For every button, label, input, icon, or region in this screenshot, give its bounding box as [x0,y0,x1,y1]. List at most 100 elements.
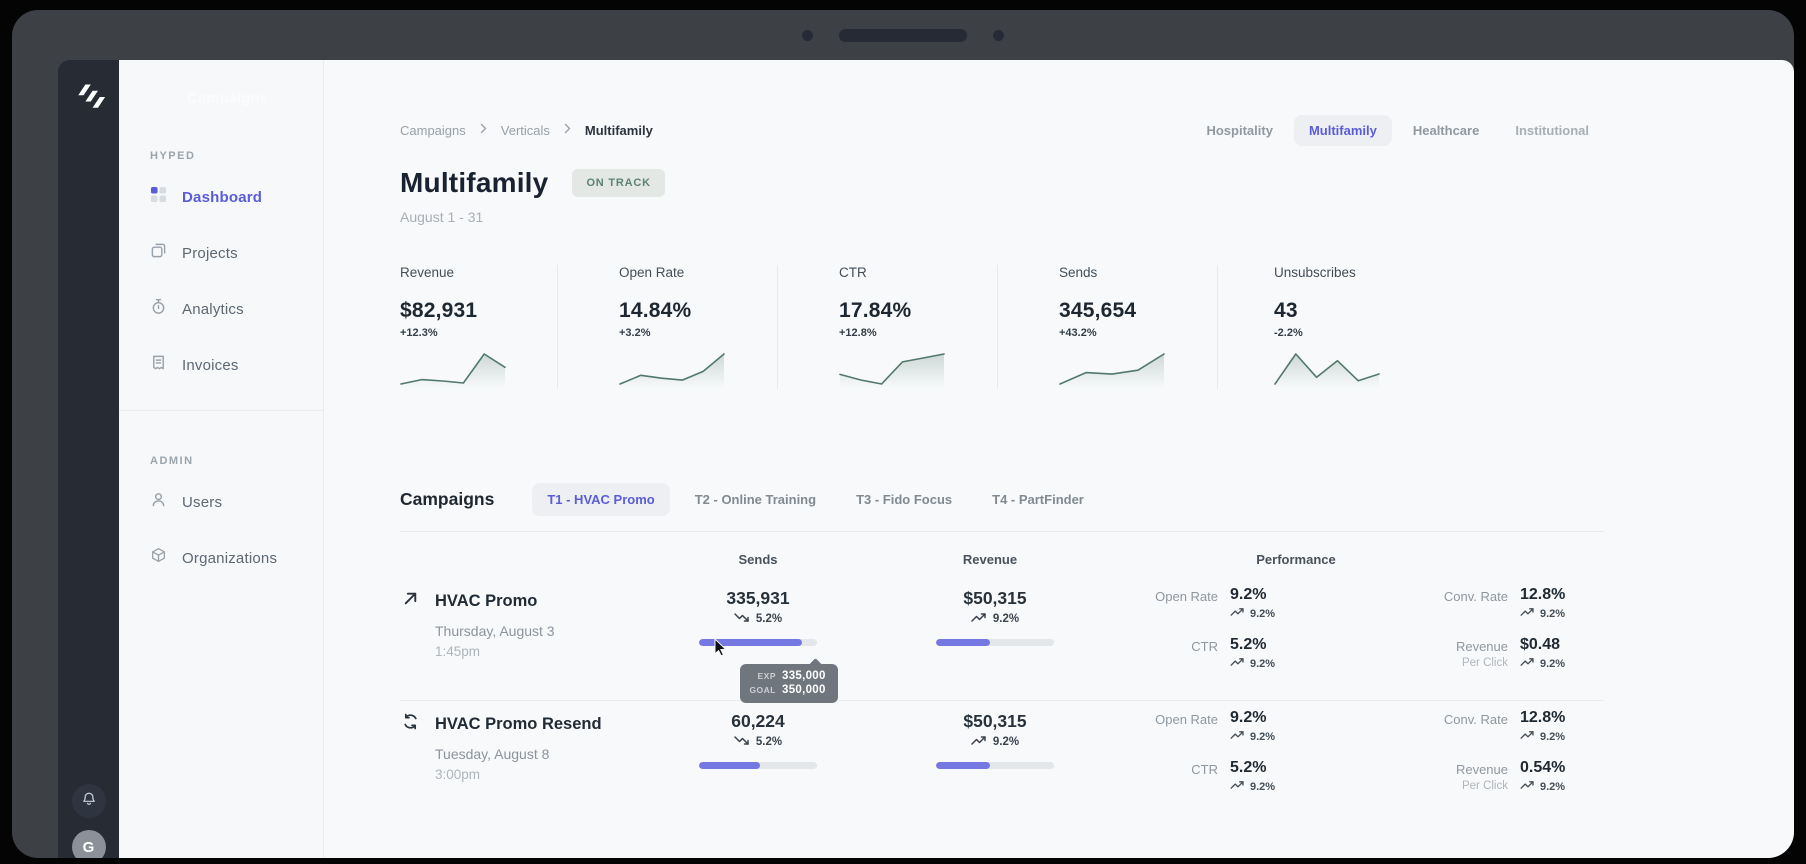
performance-grid: Open Rate 9.2% 9.2% Conv. Rate 12.8% 9.2… [1100,586,1604,671]
tab-t1-hvac-promo[interactable]: T1 - HVAC Promo [532,483,669,516]
arrow-up-right-icon [402,590,419,612]
sidebar-divider [119,410,323,411]
revenue-progress-bar [936,762,1054,769]
chrome-dot-right [993,30,1004,41]
kpi-unsubscribes: Unsubscribes 43 -2.2% [1218,265,1604,389]
user-avatar[interactable]: G [72,830,106,858]
column-header-performance: Performance [1256,552,1335,567]
sidebar-item-label: Organizations [182,550,277,567]
kpi-label: Unsubscribes [1274,265,1604,280]
resend-icon [402,713,419,735]
bell-icon [81,791,97,812]
perf-label: Open Rate [1100,586,1218,620]
campaign-row-hvac-promo-resend[interactable]: HVAC Promo Resend Tuesday, August 8 3:00… [400,700,1604,832]
perf-delta: 9.2% [1250,731,1275,743]
kpi-sparkline [619,345,777,389]
kpi-sparkline [1059,345,1217,389]
sidebar-item-label: Projects [182,245,238,262]
perf-value: 12.8% [1520,586,1640,604]
dashboard-icon [150,186,167,208]
breadcrumb-multifamily: Multifamily [585,123,653,138]
sends-delta: 5.2% [756,613,782,625]
tab-healthcare[interactable]: Healthcare [1398,115,1494,146]
perf-value: 5.2% [1230,636,1330,654]
trend-up-icon [971,735,987,749]
kpi-value: 345,654 [1059,299,1217,323]
sidebar-section-label: ADMIN [150,455,323,467]
perf-value: 9.2% [1230,586,1330,604]
kpi-strip: Revenue $82,931 +12.3% Open Rate 14.84% … [400,265,1604,389]
breadcrumb-campaigns[interactable]: Campaigns [400,123,466,138]
perf-label: CTR [1100,636,1218,671]
status-badge: ON TRACK [572,169,664,197]
trend-up-icon [971,612,987,626]
goal-tooltip: EXP 335,000 GOAL 350,000 [740,664,838,703]
campaign-name: HVAC Promo [435,592,537,611]
perf-label: RevenuePer Click [1342,636,1508,671]
kpi-value: $82,931 [400,299,557,323]
column-header-revenue: Revenue [963,552,1017,567]
sidebar-item-label: Dashboard [182,189,262,206]
app-surface: G Campaigns HYPED D [58,60,1794,858]
sends-metric: 60,224 5.2% [699,711,817,769]
window-chrome [12,10,1794,60]
column-header-sends: Sends [738,552,777,567]
perf-value: 12.8% [1520,709,1640,727]
trend-up-icon [1520,607,1535,620]
analytics-icon [150,298,167,320]
sends-progress-bar [699,762,817,769]
sidebar-item-label: Analytics [182,301,244,318]
sidebar-item-organizations[interactable]: Organizations [150,547,323,569]
trend-up-icon [1230,730,1245,743]
perf-value: 0.54% [1520,759,1640,777]
app-window: G Campaigns HYPED D [12,10,1794,858]
tooltip-goal-label: GOAL [746,685,776,695]
sidebar-section-label: HYPED [150,150,323,162]
tab-t3-fido-focus[interactable]: T3 - Fido Focus [841,483,967,516]
trend-up-icon [1520,730,1535,743]
breadcrumb-verticals[interactable]: Verticals [501,123,550,138]
tab-multifamily[interactable]: Multifamily [1294,115,1392,146]
revenue-metric: $50,315 9.2% [936,711,1054,769]
revenue-value: $50,315 [936,588,1054,609]
main-area: Campaigns Verticals Multifamily Hospital… [324,60,1794,858]
perf-delta: 9.2% [1250,658,1275,670]
users-icon [150,491,167,513]
tab-t4-partfinder[interactable]: T4 - PartFinder [977,483,1099,516]
campaigns-heading: Campaigns [400,489,494,510]
sidebar-item-dashboard[interactable]: Dashboard [150,186,323,208]
sidebar-item-invoices[interactable]: Invoices [150,354,323,376]
perf-label: Open Rate [1100,709,1218,743]
breadcrumb: Campaigns Verticals Multifamily [400,121,653,139]
revenue-progress-bar [936,639,1054,646]
perf-value: 9.2% [1230,709,1330,727]
campaign-date: Tuesday, August 8 [435,746,602,762]
kpi-sparkline [400,345,557,389]
kpi-open-rate: Open Rate 14.84% +3.2% [558,265,778,389]
revenue-metric: $50,315 9.2% [936,588,1054,646]
kpi-value: 14.84% [619,299,777,323]
app-logo-icon[interactable] [72,82,106,117]
sidebar-item-label: Users [182,494,222,511]
campaign-time: 3:00pm [435,767,602,782]
page-title: Multifamily [400,167,548,199]
tab-institutional[interactable]: Institutional [1500,115,1604,146]
sidebar-item-users[interactable]: Users [150,491,323,513]
sidebar-item-projects[interactable]: Projects [150,242,323,264]
perf-label: Conv. Rate [1342,586,1508,620]
kpi-revenue: Revenue $82,931 +12.3% [400,265,558,389]
campaign-row-hvac-promo[interactable]: HVAC Promo Thursday, August 3 1:45pm 335… [400,578,1604,700]
tab-hospitality[interactable]: Hospitality [1191,115,1287,146]
icon-rail: G [58,60,119,858]
mouse-cursor [714,638,729,663]
sidebar-item-analytics[interactable]: Analytics [150,298,323,320]
perf-label: Conv. Rate [1342,709,1508,743]
tab-t2-online-training[interactable]: T2 - Online Training [680,483,831,516]
perf-delta: 9.2% [1250,781,1275,793]
notifications-button[interactable] [72,784,106,818]
trend-up-icon [1230,780,1245,793]
kpi-value: 17.84% [839,299,997,323]
revenue-value: $50,315 [936,711,1054,732]
trend-down-icon [734,612,750,626]
perf-delta: 9.2% [1540,658,1565,670]
